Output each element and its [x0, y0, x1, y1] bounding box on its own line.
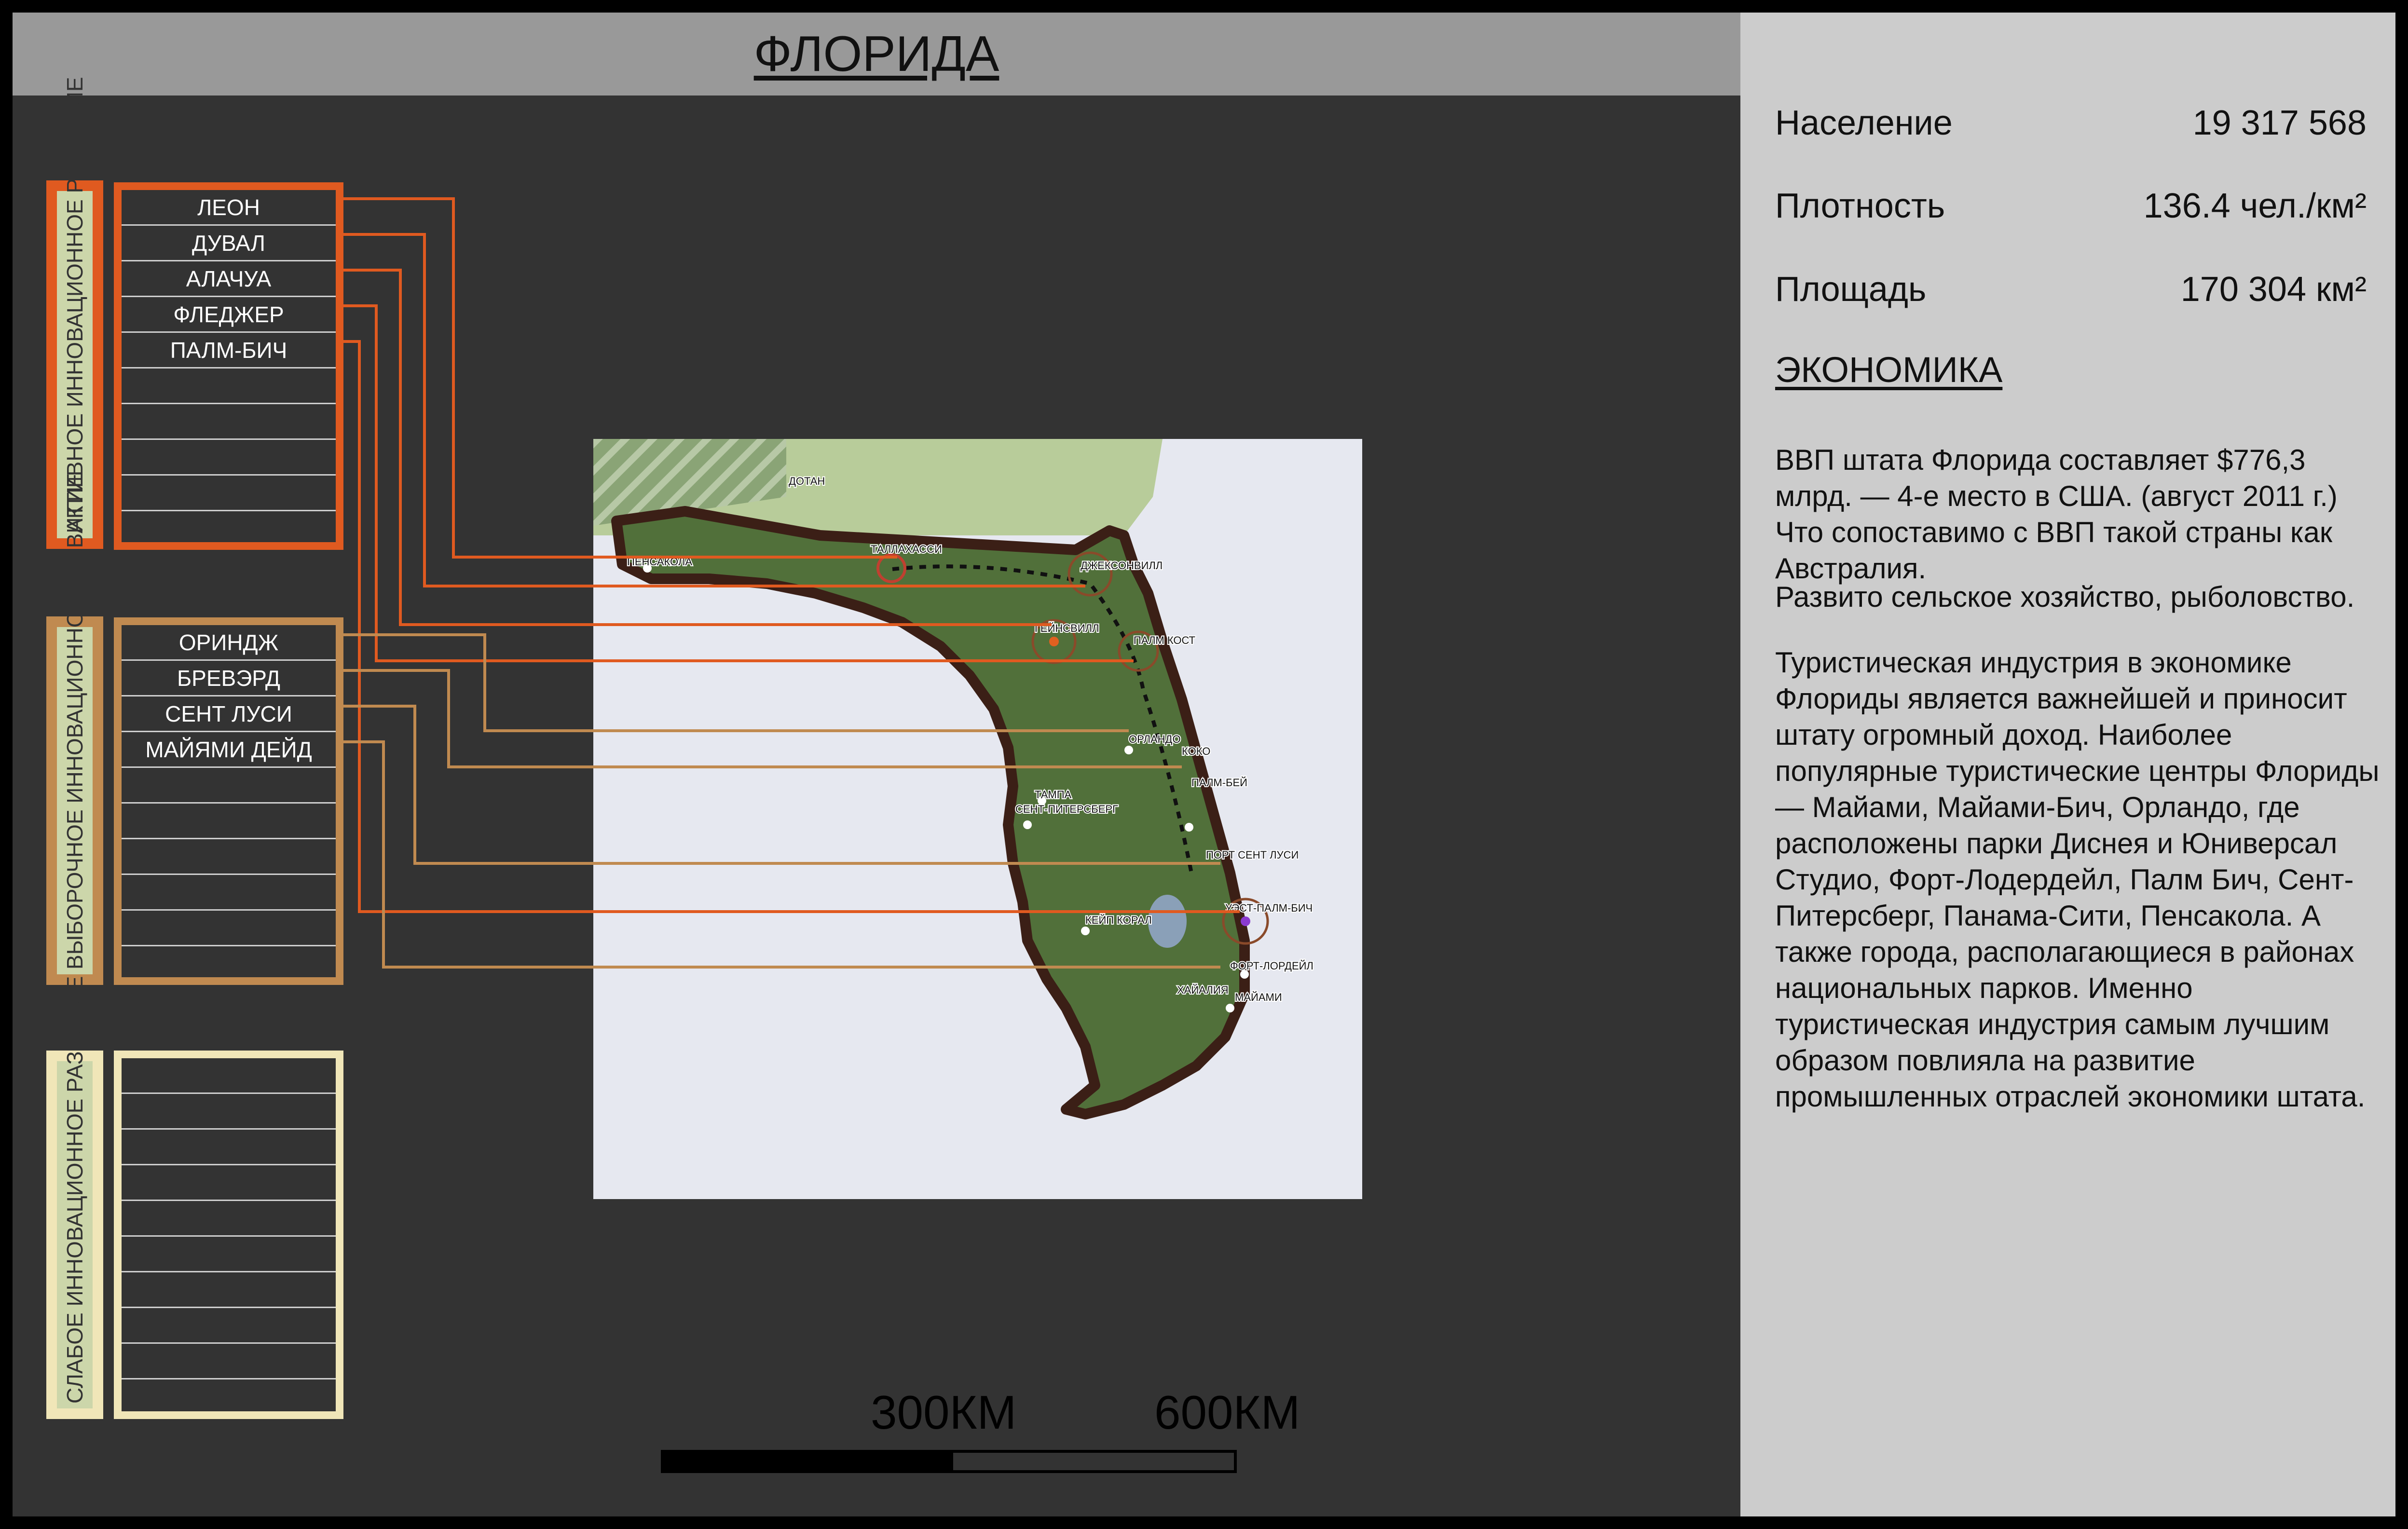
- list-item: [122, 1272, 336, 1308]
- city-label: ДЖЕКСОНВИЛЛ: [1081, 560, 1163, 572]
- city-label: СЕНТ-ПИТЕРСБЕРГ: [1015, 803, 1118, 815]
- info-panel: Население 19 317 568 Плотность 136.4 чел…: [1740, 13, 2395, 1516]
- list-item: [122, 1344, 336, 1379]
- list-item: [122, 404, 336, 440]
- city-label: ПЕНСАКОЛА: [627, 556, 692, 568]
- economy-paragraph: ВВП штата Флорида составляет $776,3 млрд…: [1775, 444, 2338, 585]
- list-item: [122, 1094, 336, 1130]
- category-title: ВЫБОРОЧНОЕ ИННОВАЦИОННОЕ РАЗВИТИЕ: [62, 473, 87, 969]
- economy-paragraph: Туристическая индустрия в экономике Флор…: [1775, 646, 2380, 1113]
- list-item: [122, 839, 336, 875]
- list-item[interactable]: БРЕВЭРД: [122, 661, 336, 696]
- city-label: ХАЙАЛИЯ: [1177, 984, 1228, 996]
- list-item[interactable]: МАЙЯМИ ДЕЙД: [122, 732, 336, 768]
- category-list-weak: [114, 1051, 343, 1419]
- scale-label-300: 300КМ: [871, 1386, 1017, 1439]
- list-item[interactable]: ОРИНДЖ: [122, 625, 336, 661]
- list-item: [122, 1201, 336, 1237]
- list-item[interactable]: ДУВАЛ: [122, 226, 336, 261]
- list-item: [122, 440, 336, 476]
- list-item: [122, 911, 336, 946]
- stat-value-density: 136.4 чел./км²: [2143, 187, 2367, 225]
- stat-label-population: Население: [1775, 104, 1953, 142]
- city-label: КОКО: [1182, 745, 1210, 757]
- city-label: ПАЛМ-БЕЙ: [1191, 777, 1247, 789]
- city-label: ТАМПА: [1035, 789, 1072, 801]
- city-label: ДОТАН: [789, 475, 825, 487]
- lake-okeechobee: [1148, 895, 1187, 948]
- city-dot: [1049, 637, 1059, 646]
- city-label: КЕЙП КОРАЛ: [1085, 914, 1152, 926]
- city-label: ФОРТ-ЛОРДЕЙЛ: [1230, 960, 1313, 972]
- city-dot: [1226, 1004, 1234, 1012]
- poster: ФЛОРИДА АКТИВНОЕ ИННОВАЦИОННОЕ РАЗВИТИЕ …: [0, 0, 2408, 1529]
- list-item: [122, 369, 336, 404]
- economy-paragraph: Развито сельское хозяйство, рыболовство.: [1775, 581, 2355, 613]
- list-item: [122, 1058, 336, 1094]
- list-item: [122, 768, 336, 804]
- page-title: ФЛОРИДА: [753, 26, 999, 82]
- category-list-active: ЛЕОН ДУВАЛ АЛАЧУА ФЛЕДЖЕР ПАЛМ-БИЧ: [114, 182, 343, 550]
- florida-map[interactable]: ТАЛЛАХАССИ ДЖЕКСОНВИЛЛ ГЕЙНСВИЛЛ ПАЛМ КО…: [593, 439, 1362, 1199]
- city-label: ТАЛЛАХАССИ: [871, 543, 942, 555]
- city-dot: [1023, 820, 1032, 829]
- city-label: ПОРТ СЕНТ ЛУСИ: [1206, 849, 1299, 861]
- stat-value-population: 19 317 568: [2192, 104, 2367, 142]
- city-label: МАЙАМИ: [1235, 991, 1282, 1003]
- list-item: [122, 1130, 336, 1165]
- city-label: ГЕЙНСВИЛЛ: [1035, 622, 1099, 634]
- stat-value-area: 170 304 км²: [2180, 270, 2367, 309]
- economy-title: ЭКОНОМИКА: [1775, 350, 2003, 390]
- list-item[interactable]: ЛЕОН: [122, 190, 336, 226]
- city-dot: [1241, 916, 1250, 926]
- list-item[interactable]: ПАЛМ-БИЧ: [122, 333, 336, 369]
- list-item[interactable]: СЕНТ ЛУСИ: [122, 696, 336, 732]
- list-item: [122, 875, 336, 911]
- list-item: [122, 476, 336, 511]
- category-label-weak: СЛАБОЕ ИННОВАЦИОННОЕ РАЗВИТИЕ: [46, 976, 103, 1419]
- list-item[interactable]: ФЛЕДЖЕР: [122, 297, 336, 333]
- stat-label-density: Плотность: [1775, 187, 1945, 225]
- city-label: ПАЛМ КОСТ: [1134, 634, 1195, 646]
- city-dot: [1185, 823, 1193, 832]
- city-dot: [1081, 927, 1090, 935]
- city-dot: [1124, 746, 1133, 754]
- list-item: [122, 1165, 336, 1201]
- list-item: [122, 804, 336, 839]
- category-title: СЛАБОЕ ИННОВАЦИОННОЕ РАЗВИТИЕ: [62, 976, 87, 1404]
- city-label: ОРЛАНДО: [1129, 733, 1181, 745]
- city-label: УЭСТ-ПАЛМ-БИЧ: [1225, 902, 1313, 914]
- scale-bar-segment: [664, 1453, 953, 1470]
- scale-bar: [661, 1450, 1237, 1473]
- scale-label-600: 600КМ: [1154, 1386, 1300, 1439]
- list-item: [122, 1308, 336, 1344]
- list-item[interactable]: АЛАЧУА: [122, 261, 336, 297]
- stat-label-area: Площадь: [1775, 270, 1927, 309]
- category-list-selective: ОРИНДЖ БРЕВЭРД СЕНТ ЛУСИ МАЙЯМИ ДЕЙД: [114, 617, 343, 985]
- category-label-selective: ВЫБОРОЧНОЕ ИННОВАЦИОННОЕ РАЗВИТИЕ: [46, 473, 103, 985]
- title-bar: ФЛОРИДА: [13, 13, 1740, 96]
- list-item: [122, 1237, 336, 1272]
